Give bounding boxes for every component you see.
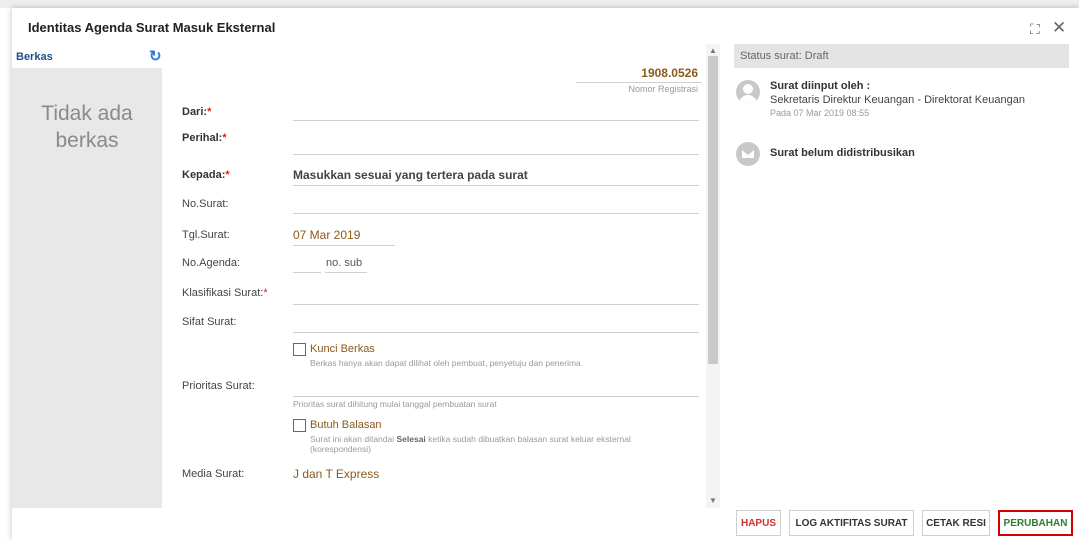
perihal-label: Perihal:* [182, 132, 227, 144]
sifat-label: Sifat Surat: [182, 316, 237, 328]
kunci-berkas-label[interactable]: Kunci Berkas [310, 343, 375, 355]
save-changes-button[interactable]: PERUBAHAN [998, 510, 1073, 536]
empty-berkas-line1: Tidak ada [41, 102, 133, 125]
status-text: Status surat: Draft [740, 50, 829, 62]
dari-label: Dari:* [182, 106, 211, 118]
no-agenda-input[interactable] [293, 272, 321, 273]
dialog-title: Identitas Agenda Surat Masuk Eksternal [28, 20, 276, 35]
expand-icon[interactable]: ⛶ [1030, 21, 1040, 38]
kepada-label: Kepada:* [182, 169, 230, 181]
berkas-header: Berkas ↻ [12, 44, 162, 68]
user-avatar-icon [736, 80, 760, 104]
klasifikasi-select[interactable] [293, 304, 699, 305]
activity-log-button[interactable]: LOG AKTIFITAS SURAT [789, 510, 914, 536]
no-agenda-label: No.Agenda: [182, 257, 241, 269]
required-mark: * [222, 132, 227, 144]
klasifikasi-label: Klasifikasi Surat:* [182, 287, 268, 299]
tgl-surat-label: Tgl.Surat: [182, 229, 230, 241]
close-icon[interactable]: ✕ [1052, 18, 1066, 38]
butuh-balasan-label[interactable]: Butuh Balasan [310, 419, 382, 431]
butuh-balasan-help-line2: (korespondensi) [310, 444, 371, 454]
registration-line [576, 82, 702, 83]
kepada-underline [293, 185, 699, 186]
prioritas-select[interactable] [293, 396, 699, 397]
butuh-balasan-help-pre: Surat ini akan ditandai [310, 434, 397, 444]
berkas-panel: Berkas ↻ Tidak ada berkas [12, 44, 162, 508]
empty-berkas-line2: berkas [55, 129, 119, 152]
activity-input-title: Surat diinput oleh : [770, 80, 871, 92]
prioritas-help: Prioritas surat dihitung mulai tanggal p… [293, 399, 497, 409]
no-surat-input[interactable] [293, 213, 699, 214]
butuh-balasan-checkbox[interactable] [293, 419, 306, 432]
perihal-input[interactable] [293, 154, 699, 155]
registration-label: Nomor Registrasi [628, 84, 698, 94]
required-mark: * [207, 106, 212, 118]
butuh-balasan-help: Surat ini akan ditandai Selesai ketika s… [310, 434, 700, 454]
status-bar: Status surat: Draft [734, 44, 1069, 68]
required-mark: * [225, 169, 230, 181]
kunci-berkas-checkbox[interactable] [293, 343, 306, 356]
prioritas-label: Prioritas Surat: [182, 380, 255, 392]
required-mark: * [263, 287, 268, 299]
form-scrollbar[interactable]: ▲ ▼ [706, 44, 720, 508]
activity-input-date: Pada 07 Mar 2019 08:55 [770, 108, 870, 118]
sifat-select[interactable] [293, 332, 699, 333]
no-surat-label: No.Surat: [182, 198, 229, 210]
kepada-label-text: Kepada: [182, 169, 226, 181]
mail-icon [736, 142, 760, 166]
empty-berkas-text: Tidak ada berkas [32, 100, 142, 154]
berkas-title: Berkas [16, 51, 53, 63]
no-sub-underline [325, 272, 367, 273]
butuh-balasan-help-bold: Selesai [396, 434, 426, 444]
tgl-surat-input[interactable]: 07 Mar 2019 [293, 228, 360, 242]
no-sub-input[interactable]: no. sub [326, 257, 362, 269]
media-label: Media Surat: [182, 468, 245, 480]
kunci-berkas-help: Berkas hanya akan dapat dilihat oleh pem… [310, 358, 581, 368]
print-receipt-button[interactable]: CETAK RESI [922, 510, 990, 536]
top-strip [0, 0, 1079, 8]
registration-number: 1908.0526 [641, 66, 698, 80]
butuh-balasan-help-post: ketika sudah dibuatkan balasan surat kel… [425, 434, 631, 444]
scroll-down-icon[interactable]: ▼ [709, 496, 717, 505]
dari-label-text: Dari: [182, 106, 208, 118]
dari-input[interactable] [293, 120, 699, 121]
klasifikasi-label-text: Klasifikasi Surat: [182, 287, 264, 299]
scroll-up-icon[interactable]: ▲ [709, 46, 717, 55]
perihal-label-text: Perihal: [182, 132, 223, 144]
kepada-input[interactable]: Masukkan sesuai yang tertera pada surat [293, 168, 528, 182]
media-select[interactable]: J dan T Express [293, 467, 379, 481]
agenda-dialog: Identitas Agenda Surat Masuk Eksternal ⛶… [12, 8, 1079, 540]
tgl-surat-underline [293, 245, 395, 246]
agenda-form: 1908.0526 Nomor Registrasi Dari:* Periha… [162, 44, 706, 508]
refresh-icon[interactable]: ↻ [149, 47, 162, 65]
scrollbar-thumb[interactable] [708, 56, 718, 364]
delete-button[interactable]: HAPUS [736, 510, 781, 536]
activity-distribution: Surat belum didistribusikan [770, 147, 915, 159]
activity-input-user: Sekretaris Direktur Keuangan - Direktora… [770, 94, 1025, 106]
